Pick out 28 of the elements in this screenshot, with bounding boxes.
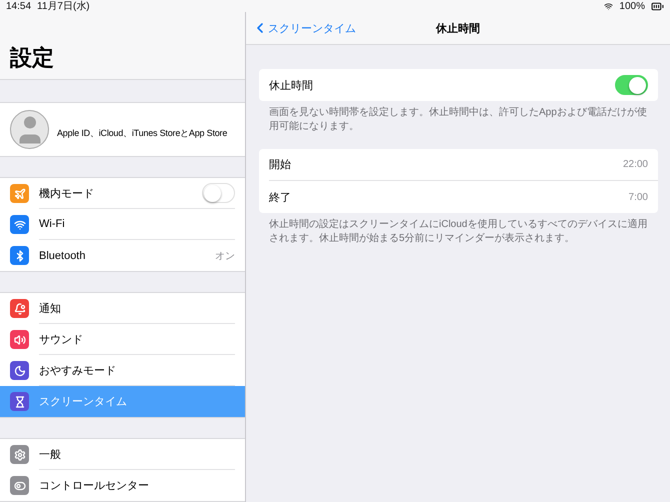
footnote-text: 画面を見ない時間帯を設定します。休止時間中は、許可したAppおよび電話だけが使用可能になります。: [269, 106, 648, 133]
row-label: 開始: [269, 158, 291, 172]
status-time: 14:54: [6, 0, 32, 12]
item-label: Wi-Fi: [39, 218, 65, 230]
item-label: 通知: [39, 302, 61, 316]
back-link[interactable]: スクリーンタイム: [252, 20, 436, 36]
item-label: 機内モード: [39, 186, 94, 200]
footnote-text: 休止時間の設定はスクリーンタイムにiCloudを使用しているすべてのデバイスに適用されます。休止時間が始まる5分前にリマインダーが表示されます。: [269, 218, 648, 245]
item-label: コントロールセンター: [39, 479, 149, 493]
battery-percent: 100%: [619, 0, 645, 12]
page-title: 休止時間: [436, 22, 480, 36]
wifi-icon: [604, 2, 614, 10]
status-date: 11月7日(水): [37, 0, 90, 13]
item-value: オン: [215, 250, 235, 262]
settings-title: 設定: [10, 44, 54, 72]
row-label: 終了: [269, 190, 291, 204]
row-label: 休止時間: [269, 78, 313, 92]
item-label: 一般: [39, 448, 61, 462]
profile-row[interactable]: Apple ID、iCloud、iTunes StoreとApp Store: [0, 102, 245, 157]
item-label: おやすみモード: [39, 364, 116, 378]
item-label: スクリーンタイム: [39, 395, 127, 409]
toggle-switch[interactable]: [202, 183, 235, 203]
profile-label: Apple ID、iCloud、iTunes StoreとApp Store: [57, 127, 228, 140]
toggle-switch[interactable]: [615, 75, 648, 95]
battery-icon: [651, 0, 664, 12]
avatar-icon: [10, 110, 49, 149]
item-label: サウンド: [39, 332, 83, 346]
item-label: Bluetooth: [39, 250, 86, 262]
